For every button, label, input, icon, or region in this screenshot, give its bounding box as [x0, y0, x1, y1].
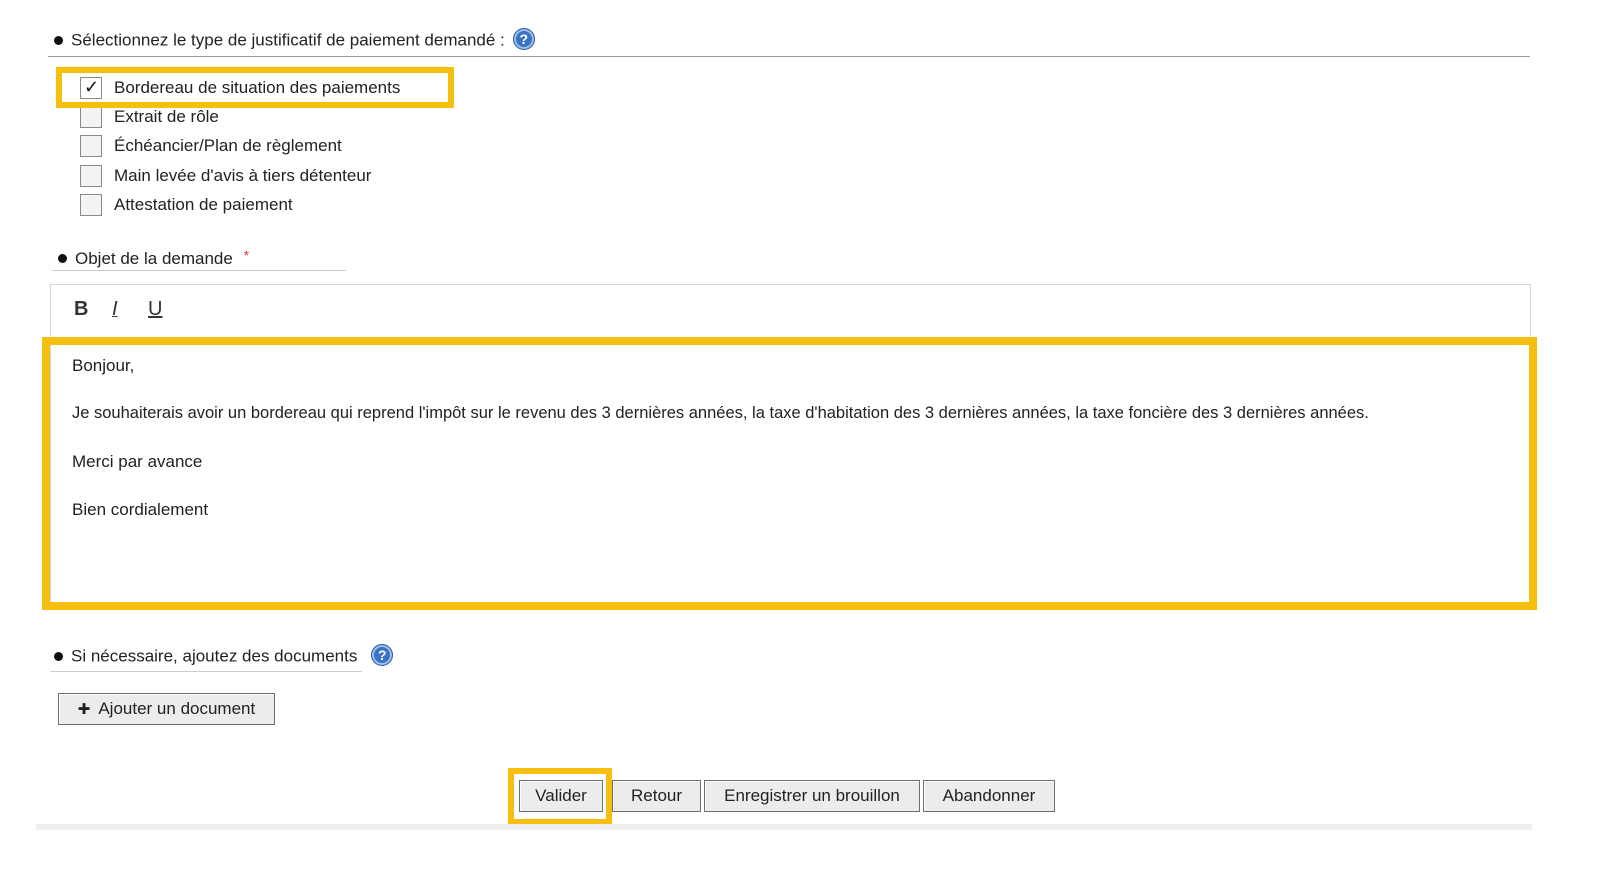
plus-icon: ✚	[77, 701, 91, 718]
abandon-button[interactable]: Abandonner	[923, 780, 1055, 812]
bottom-divider	[36, 824, 1532, 830]
bullet-icon	[54, 651, 63, 661]
section-divider	[48, 56, 1530, 57]
checkbox[interactable]	[80, 135, 102, 157]
save-draft-button[interactable]: Enregistrer un brouillon	[704, 780, 920, 812]
bold-button[interactable]: B	[74, 298, 88, 321]
underline-button[interactable]: U	[148, 298, 162, 321]
bullet-icon	[58, 254, 67, 264]
checkbox-label: Main levée d'avis à tiers détenteur	[114, 166, 372, 185]
help-icon[interactable]: ?	[512, 28, 535, 50]
payment-section-title: Sélectionnez le type de justificatif de …	[54, 28, 535, 52]
bullet-icon	[54, 35, 63, 45]
highlight-option	[56, 67, 454, 108]
payment-section-title-text: Sélectionnez le type de justificatif de …	[71, 30, 505, 50]
documents-section-title: Si nécessaire, ajoutez des documents?	[54, 644, 394, 668]
option-attestation[interactable]: Attestation de paiement	[80, 192, 293, 218]
add-document-label: Ajouter un document	[98, 699, 256, 718]
required-mark: *	[243, 247, 250, 263]
option-echeancier[interactable]: Échéancier/Plan de règlement	[80, 133, 342, 159]
checkbox[interactable]	[80, 194, 102, 216]
highlight-editor	[42, 337, 1537, 610]
italic-button[interactable]: I	[112, 298, 118, 321]
checkbox-label: Attestation de paiement	[114, 195, 293, 214]
subject-section-title: Objet de la demande *	[58, 247, 250, 269]
checkbox[interactable]	[80, 106, 102, 128]
checkbox[interactable]	[80, 165, 102, 187]
section-divider	[50, 671, 362, 672]
subject-section-title-text: Objet de la demande	[75, 249, 233, 268]
option-main-levee[interactable]: Main levée d'avis à tiers détenteur	[80, 163, 371, 189]
documents-section-title-text: Si nécessaire, ajoutez des documents	[71, 646, 358, 666]
highlight-validate	[508, 768, 612, 825]
checkbox-label: Extrait de rôle	[114, 107, 219, 126]
help-icon[interactable]: ?	[371, 644, 394, 666]
checkbox-label: Échéancier/Plan de règlement	[114, 136, 342, 155]
add-document-button[interactable]: ✚ Ajouter un document	[58, 693, 275, 725]
back-button[interactable]: Retour	[612, 780, 701, 812]
section-divider	[52, 270, 346, 271]
